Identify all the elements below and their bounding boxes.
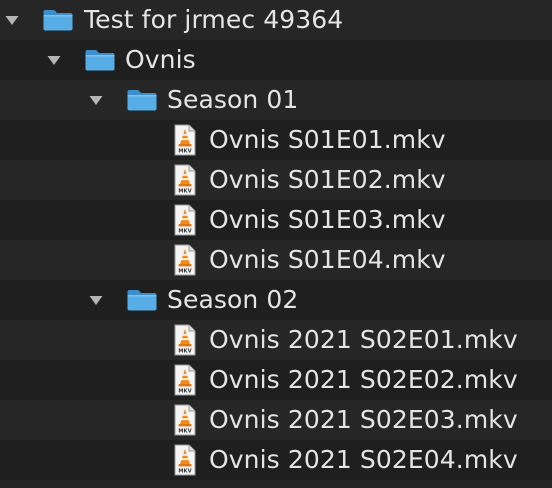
mkv-file-icon xyxy=(174,364,196,396)
disclosure-triangle-icon[interactable] xyxy=(88,94,104,106)
disclosure-triangle-icon[interactable] xyxy=(4,14,20,26)
mkv-file-icon xyxy=(174,404,196,436)
mkv-file-icon xyxy=(174,324,196,356)
file-name: Ovnis S01E04.mkv xyxy=(209,245,446,274)
mkv-file-icon xyxy=(174,204,196,236)
mkv-file-icon xyxy=(174,244,196,276)
file-name: Ovnis S01E01.mkv xyxy=(209,125,446,154)
tree-row-file[interactable]: Ovnis S01E03.mkv xyxy=(0,200,552,240)
mkv-file-icon xyxy=(174,444,196,476)
file-name: Ovnis 2021 S02E03.mkv xyxy=(209,405,518,434)
file-name: Ovnis 2021 S02E01.mkv xyxy=(209,325,518,354)
tree-row-season-folder[interactable]: Season 01 xyxy=(0,80,552,120)
file-name: Ovnis S01E02.mkv xyxy=(209,165,446,194)
mkv-file-icon xyxy=(174,124,196,156)
tree-row-show-folder[interactable]: Ovnis xyxy=(0,40,552,80)
file-tree: Test for jrmec 49364 Ovnis Season 01 Ovn… xyxy=(0,0,552,488)
file-name: Ovnis 2021 S02E02.mkv xyxy=(209,365,518,394)
folder-icon xyxy=(42,8,74,32)
disclosure-triangle-icon[interactable] xyxy=(46,54,62,66)
folder-name: Ovnis xyxy=(125,45,196,74)
file-name: Ovnis 2021 S02E04.mkv xyxy=(209,445,518,474)
tree-row-file[interactable]: Ovnis 2021 S02E04.mkv xyxy=(0,440,552,480)
folder-name: Season 02 xyxy=(167,285,299,314)
disclosure-triangle-icon[interactable] xyxy=(88,294,104,306)
folder-icon xyxy=(126,288,158,312)
tree-row-root-folder[interactable]: Test for jrmec 49364 xyxy=(0,0,552,40)
tree-row-file[interactable]: Ovnis 2021 S02E02.mkv xyxy=(0,360,552,400)
folder-name: Test for jrmec 49364 xyxy=(84,5,344,34)
tree-row-season-folder[interactable]: Season 02 xyxy=(0,280,552,320)
folder-icon xyxy=(84,48,116,72)
folder-name: Season 01 xyxy=(167,85,299,114)
tree-row-file[interactable]: Ovnis 2021 S02E03.mkv xyxy=(0,400,552,440)
tree-row-file[interactable]: Ovnis S01E04.mkv xyxy=(0,240,552,280)
mkv-file-icon xyxy=(174,164,196,196)
tree-row-file[interactable]: Ovnis S01E01.mkv xyxy=(0,120,552,160)
file-name: Ovnis S01E03.mkv xyxy=(209,205,446,234)
tree-row-partial xyxy=(0,480,552,488)
tree-row-file[interactable]: Ovnis 2021 S02E01.mkv xyxy=(0,320,552,360)
tree-row-file[interactable]: Ovnis S01E02.mkv xyxy=(0,160,552,200)
folder-icon xyxy=(126,88,158,112)
